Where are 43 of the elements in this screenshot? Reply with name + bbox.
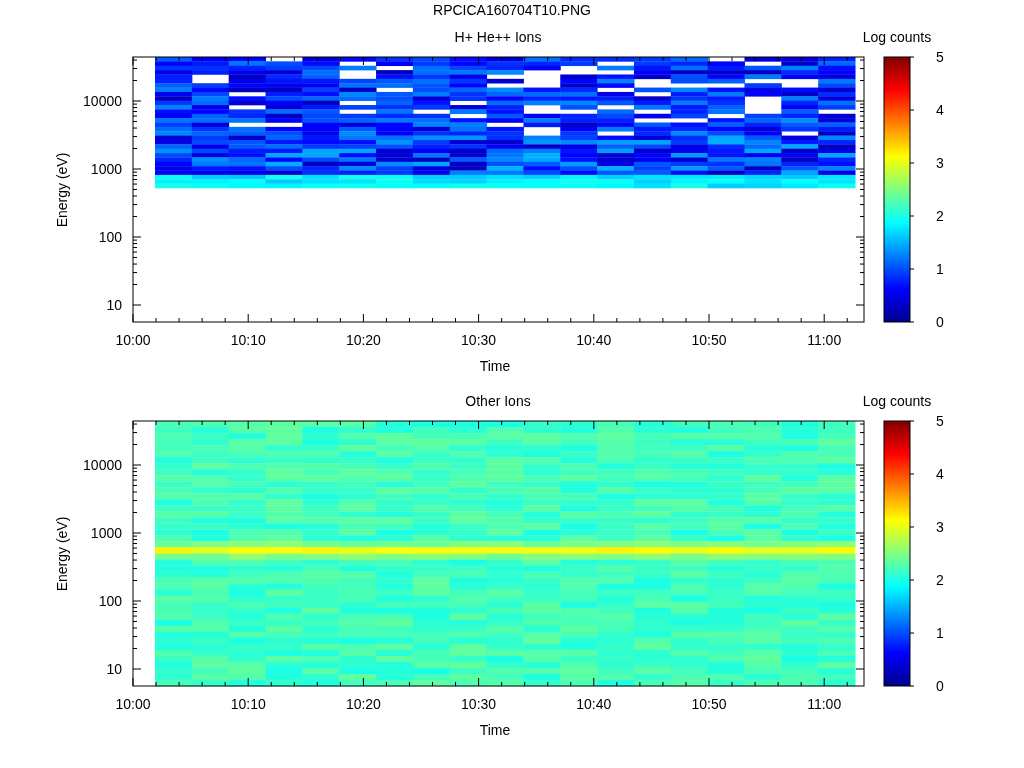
y-axis-label: Energy (eV) [54, 516, 70, 592]
colorbar-tick-label: 5 [936, 49, 944, 65]
x-tick-label: 10:30 [461, 696, 497, 712]
colorbar-tick-label: 3 [936, 519, 944, 535]
colorbar-tick-label: 5 [936, 413, 944, 429]
x-axis-label: Time [479, 358, 511, 374]
panel-title: Other Ions [465, 393, 531, 409]
y-tick-label: 100 [98, 229, 122, 245]
colorbar-tick-label: 3 [936, 155, 944, 171]
x-tick-label: 11:00 [807, 332, 842, 348]
y-tick-label: 10000 [83, 457, 122, 473]
y-tick-label: 1000 [90, 161, 122, 177]
colorbar-label: Log counts [862, 393, 932, 409]
y-tick-label: 10000 [83, 93, 122, 109]
y-axis-label: Energy (eV) [54, 152, 70, 228]
x-tick-label: 10:30 [461, 332, 497, 348]
x-tick-label: 10:50 [691, 696, 727, 712]
x-tick-label: 10:10 [230, 332, 266, 348]
x-tick-label: 11:00 [807, 696, 842, 712]
plot-title: RPCICA160704T10.PNG [433, 2, 591, 18]
x-axis-label: Time [479, 722, 511, 738]
y-tick-label: 1000 [90, 525, 122, 541]
x-tick-label: 10:20 [345, 332, 381, 348]
colorbar-tick-label: 4 [936, 466, 944, 482]
x-tick-label: 10:00 [115, 696, 151, 712]
y-tick-label: 10 [106, 297, 122, 313]
colorbar-tick-label: 0 [936, 678, 944, 694]
x-tick-label: 10:40 [576, 696, 612, 712]
colorbar-tick-label: 4 [936, 102, 944, 118]
x-tick-label: 10:50 [691, 332, 727, 348]
colorbar-tick-label: 1 [936, 261, 944, 277]
x-tick-label: 10:40 [576, 332, 612, 348]
colorbar-tick-label: 0 [936, 314, 944, 330]
x-tick-label: 10:00 [115, 332, 151, 348]
y-tick-label: 100 [98, 593, 122, 609]
x-tick-label: 10:10 [230, 696, 266, 712]
colorbar-label: Log counts [862, 29, 932, 45]
colorbar-tick-label: 1 [936, 625, 944, 641]
y-tick-label: 10 [106, 661, 122, 677]
colorbar-tick-label: 2 [936, 208, 944, 224]
colorbar-tick-label: 2 [936, 572, 944, 588]
x-tick-label: 10:20 [345, 696, 381, 712]
panel-title: H+ He++ Ions [454, 29, 542, 45]
